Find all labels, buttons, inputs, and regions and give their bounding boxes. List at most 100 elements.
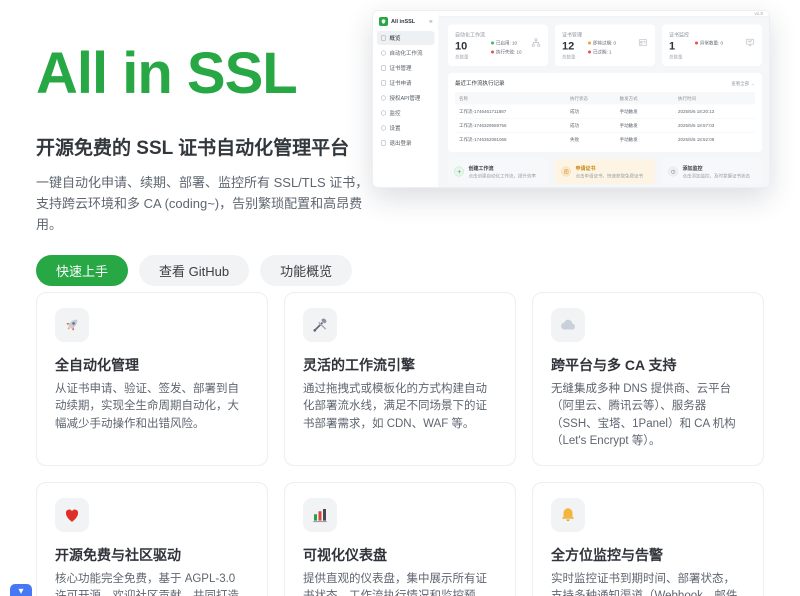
- stat-metric: 执行失败: 10: [491, 49, 522, 56]
- quick-action-add-monitor: 添加监控 点击添加监控，及时掌握证书状态: [662, 159, 762, 184]
- feature-description: 实时监控证书到期时间、部署状态，支持多种通知渠道（Webhook、邮件等），确保…: [551, 571, 745, 596]
- table-row: 工作流-1746461711887 成功 手动触发 2025/5/6 18:20…: [455, 105, 755, 119]
- action-desc: 点击添加监控，及时掌握证书状态: [683, 173, 751, 180]
- metric-label: 异常数量: 0: [700, 40, 723, 47]
- table-header-row: 名称 执行状态 触发方式 执行时间: [455, 92, 755, 105]
- stat-value: 10: [455, 41, 485, 52]
- widget-icon: ▾: [18, 586, 23, 596]
- sidebar-item-label: 概览: [390, 34, 401, 42]
- bell-icon: [551, 498, 585, 532]
- status-dot-red: [695, 41, 698, 44]
- heart-icon: [55, 498, 89, 532]
- monitor-screen-icon: [745, 38, 755, 61]
- monitor-icon: [381, 111, 386, 116]
- home-icon: [381, 36, 386, 41]
- feature-description: 无缝集成多种 DNS 提供商、云平台（阿里云、腾讯云等）、服务器（SSH、宝塔、…: [551, 381, 745, 450]
- github-button[interactable]: 查看 GitHub: [139, 255, 249, 286]
- feature-grid: 全自动化管理 从证书申请、验证、签发、部署到自动续期，实现全生命周期自动化，大幅…: [36, 292, 764, 596]
- sidebar-item-label: 监控: [390, 109, 401, 117]
- cell-trigger: 手动触发: [620, 122, 678, 129]
- cell-time: 2025/5/6 18:20:13: [678, 109, 751, 114]
- action-title: 添加监控: [683, 164, 751, 172]
- table-title: 最近工作流执行记录: [455, 79, 505, 87]
- app-logo: All inSSL ≡: [377, 16, 435, 31]
- hero-section: All in SSL 开源免费的 SSL 证书自动化管理平台 一键自动化申请、续…: [36, 44, 370, 286]
- sidebar-item-label: 自动化工作流: [390, 49, 423, 57]
- app-sidebar: All inSSL ≡ 概览 自动化工作流 证书管理 证书申请: [373, 11, 439, 188]
- cell-time: 2025/5/6 18:52:09: [678, 137, 751, 142]
- stat-title: 证书监控: [669, 31, 689, 39]
- quick-action-create-workflow: 创建工作流 点击创建自动化工作流，提升效率: [448, 159, 548, 184]
- feature-title: 灵活的工作流引擎: [303, 355, 497, 375]
- hero-description: 一键自动化申请、续期、部署、监控所有 SSL/TLS 证书，支持跨云环境和多 C…: [36, 172, 370, 235]
- feature-card-multi-ca: 跨平台与多 CA 支持 无缝集成多种 DNS 提供商、云平台（阿里云、腾讯云等）…: [532, 292, 764, 466]
- stat-value: 12: [562, 41, 582, 52]
- feature-title: 可视化仪表盘: [303, 545, 497, 565]
- column-header: 执行状态: [570, 95, 620, 102]
- id-card-icon: [638, 38, 648, 61]
- rocket-icon: [55, 308, 89, 342]
- feature-description: 核心功能完全免费，基于 AGPL-3.0 许可开源。欢迎社区贡献，共同打造更好的…: [55, 571, 249, 596]
- app-screenshot: All inSSL ≡ 概览 自动化工作流 证书管理 证书申请: [372, 10, 770, 188]
- sidebar-item-api-auth: 授权API管理: [377, 91, 435, 105]
- column-header: 名称: [459, 95, 570, 102]
- workflow-icon: [381, 51, 386, 56]
- sidebar-item-label: 设置: [390, 124, 401, 132]
- status-dot-red: [491, 50, 494, 53]
- cell-status: 失败: [570, 136, 620, 143]
- api-auth-icon: [381, 96, 386, 101]
- landing-page: All in SSL 开源免费的 SSL 证书自动化管理平台 一键自动化申请、续…: [0, 0, 800, 596]
- cell-trigger: 手动触发: [620, 108, 678, 115]
- bar-chart-icon: [303, 498, 337, 532]
- metric-label: 即将过期: 0: [593, 40, 616, 47]
- table-row: 工作流-1746352081068 失败 手动触发 2025/5/6 18:52…: [455, 133, 755, 147]
- status-dot-green: [491, 41, 494, 44]
- cell-status: 成功: [570, 122, 620, 129]
- certificate-manage-icon: [381, 66, 386, 71]
- feature-description: 通过拖拽式或模板化的方式构建自动化部署流水线，满足不同场景下的证书部署需求，如 …: [303, 381, 497, 433]
- feature-title: 开源免费与社区驱动: [55, 545, 249, 565]
- cell-name: 工作流-1746329559756: [459, 122, 570, 129]
- metric-label: 已过期: 1: [593, 49, 612, 56]
- stat-metric: 已过期: 1: [588, 49, 616, 56]
- stat-value-label: 总数量: [669, 54, 689, 61]
- feature-card-workflow-engine: 灵活的工作流引擎 通过拖拽式或模板化的方式构建自动化部署流水线，满足不同场景下的…: [284, 292, 516, 466]
- stat-value-label: 总数量: [455, 54, 485, 61]
- feature-title: 全方位监控与告警: [551, 545, 745, 565]
- floating-widget[interactable]: ▾: [10, 584, 32, 596]
- cell-name: 工作流-1746461711887: [459, 108, 570, 115]
- sidebar-item-label: 证书管理: [390, 64, 412, 72]
- cell-time: 2025/5/6 18:57:03: [678, 123, 751, 128]
- sidebar-collapse-icon: ≡: [429, 18, 433, 25]
- stat-title: 证书管理: [562, 31, 582, 39]
- quick-start-button[interactable]: 快速上手: [36, 255, 128, 286]
- sidebar-item-cert-apply: 证书申请: [377, 76, 435, 90]
- stat-card-workflow: 自动化工作流 10 总数量 已启用: 10: [448, 25, 548, 67]
- app-logo-text: All inSSL: [391, 19, 415, 25]
- settings-icon: [381, 126, 386, 131]
- column-header: 触发方式: [620, 95, 678, 102]
- sidebar-item-logout: 退出登录: [377, 136, 435, 150]
- metric-label: 已启用: 10: [496, 40, 517, 47]
- stat-metric: 已启用: 10: [491, 40, 522, 47]
- status-dot-red: [588, 50, 591, 53]
- features-overview-button[interactable]: 功能概览: [260, 255, 352, 286]
- feature-description: 提供直观的仪表盘，集中展示所有证书状态、工作流执行情况和监控预警，管理状况一目了…: [303, 571, 497, 596]
- sidebar-item-workflow: 自动化工作流: [377, 46, 435, 60]
- quick-action-apply-cert: 申请证书 点击申请证书，快速获取免费证书: [555, 159, 655, 184]
- status-dot-orange: [588, 41, 591, 44]
- logout-icon: [381, 141, 386, 146]
- feature-title: 全自动化管理: [55, 355, 249, 375]
- feature-card-automation: 全自动化管理 从证书申请、验证、签发、部署到自动续期，实现全生命周期自动化，大幅…: [36, 292, 268, 466]
- action-desc: 点击创建自动化工作流，提升效率: [469, 173, 537, 180]
- table-row: 工作流-1746329559756 成功 手动触发 2025/5/6 18:57…: [455, 119, 755, 133]
- stat-metric: 即将过期: 0: [588, 40, 616, 47]
- cloud-icon: [551, 308, 585, 342]
- certificate-apply-icon: [381, 81, 386, 86]
- monitor-plus-icon: [668, 167, 678, 177]
- hero-buttons: 快速上手 查看 GitHub 功能概览: [36, 255, 370, 286]
- app-content: 自动化工作流 10 总数量 已启用: 10: [439, 17, 770, 189]
- cell-name: 工作流-1746352081068: [459, 136, 570, 143]
- stat-value: 1: [669, 41, 689, 52]
- certificate-plus-icon: [561, 167, 571, 177]
